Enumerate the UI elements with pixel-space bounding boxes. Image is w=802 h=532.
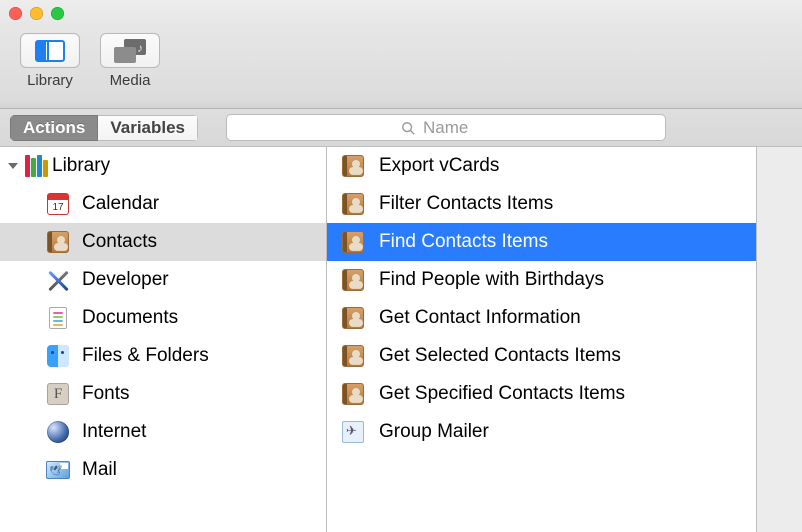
sidebar-item-label: Documents (82, 307, 178, 329)
toolbar: Library ♪ Media (0, 27, 802, 109)
action-item[interactable]: Get Selected Contacts Items (327, 337, 756, 375)
sidebar-item-contacts[interactable]: Contacts (0, 223, 326, 261)
contacts-icon (341, 154, 365, 178)
tabstrip: Actions Variables (0, 109, 802, 147)
action-item[interactable]: Group Mailer (327, 413, 756, 451)
disclosure-triangle-icon[interactable] (8, 163, 18, 169)
contacts-icon (341, 192, 365, 216)
search-icon (401, 121, 415, 135)
sidebar-item-label: Internet (82, 421, 146, 443)
search-field[interactable] (226, 114, 666, 141)
sidebar-item-label: Files & Folders (82, 345, 209, 367)
library-tool-button[interactable] (20, 33, 80, 68)
contacts-icon (341, 268, 365, 292)
workflow-canvas[interactable] (757, 147, 802, 532)
titlebar (0, 0, 802, 27)
library-tree: Library Calendar Contacts Developer Documen… (0, 147, 327, 532)
action-item-label: Get Contact Information (379, 307, 581, 329)
zoom-window-button[interactable] (51, 7, 64, 20)
media-tool-label: Media (90, 72, 170, 89)
library-icon (35, 40, 65, 62)
sidebar-item-label: Contacts (82, 231, 157, 253)
developer-icon (46, 268, 70, 292)
mail-icon: 🕊 (46, 458, 70, 482)
sidebar-item-fonts[interactable]: F Fonts (0, 375, 326, 413)
window-controls (9, 7, 64, 20)
sidebar-item-developer[interactable]: Developer (0, 261, 326, 299)
library-books-icon (24, 154, 48, 178)
action-item-label: Find Contacts Items (379, 231, 548, 253)
action-item[interactable]: Get Specified Contacts Items (327, 375, 756, 413)
tab-variables[interactable]: Variables (98, 115, 198, 141)
media-icon: ♪ (114, 39, 146, 63)
sidebar-item-calendar[interactable]: Calendar (0, 185, 326, 223)
sidebar-item-files-folders[interactable]: Files & Folders (0, 337, 326, 375)
actions-list: Export vCards Filter Contacts Items Find C… (327, 147, 757, 532)
fonts-icon: F (46, 382, 70, 406)
action-item[interactable]: Find People with Birthdays (327, 261, 756, 299)
action-item-label: Group Mailer (379, 421, 489, 443)
tab-actions[interactable]: Actions (10, 115, 98, 141)
media-tool-button[interactable]: ♪ (100, 33, 160, 68)
sidebar-item-label: Calendar (82, 193, 159, 215)
finder-icon (46, 344, 70, 368)
contacts-icon (341, 382, 365, 406)
action-item[interactable]: Get Contact Information (327, 299, 756, 337)
action-item[interactable]: Filter Contacts Items (327, 185, 756, 223)
mode-segmented-control: Actions Variables (10, 115, 198, 141)
action-item-label: Export vCards (379, 155, 499, 177)
mailer-icon (341, 420, 365, 444)
content-area: Library Calendar Contacts Developer Documen… (0, 147, 802, 532)
contacts-icon (46, 230, 70, 254)
contacts-icon (341, 344, 365, 368)
minimize-window-button[interactable] (30, 7, 43, 20)
action-item[interactable]: Find Contacts Items (327, 223, 756, 261)
internet-icon (46, 420, 70, 444)
library-tool[interactable]: Library (10, 33, 90, 89)
action-item-label: Find People with Birthdays (379, 269, 604, 291)
close-window-button[interactable] (9, 7, 22, 20)
library-root-row[interactable]: Library (0, 147, 326, 185)
sidebar-item-documents[interactable]: Documents (0, 299, 326, 337)
action-item-label: Filter Contacts Items (379, 193, 553, 215)
action-item-label: Get Selected Contacts Items (379, 345, 621, 367)
sidebar-item-internet[interactable]: Internet (0, 413, 326, 451)
sidebar-item-label: Fonts (82, 383, 130, 405)
contacts-icon (341, 306, 365, 330)
media-tool[interactable]: ♪ Media (90, 33, 170, 89)
action-item-label: Get Specified Contacts Items (379, 383, 625, 405)
documents-icon (46, 306, 70, 330)
library-root-label: Library (52, 155, 110, 177)
search-input[interactable] (421, 117, 491, 139)
calendar-icon (46, 192, 70, 216)
contacts-icon (341, 230, 365, 254)
library-tool-label: Library (10, 72, 90, 89)
sidebar-item-mail[interactable]: 🕊 Mail (0, 451, 326, 489)
action-item[interactable]: Export vCards (327, 147, 756, 185)
sidebar-item-label: Mail (82, 459, 117, 481)
sidebar-item-label: Developer (82, 269, 169, 291)
